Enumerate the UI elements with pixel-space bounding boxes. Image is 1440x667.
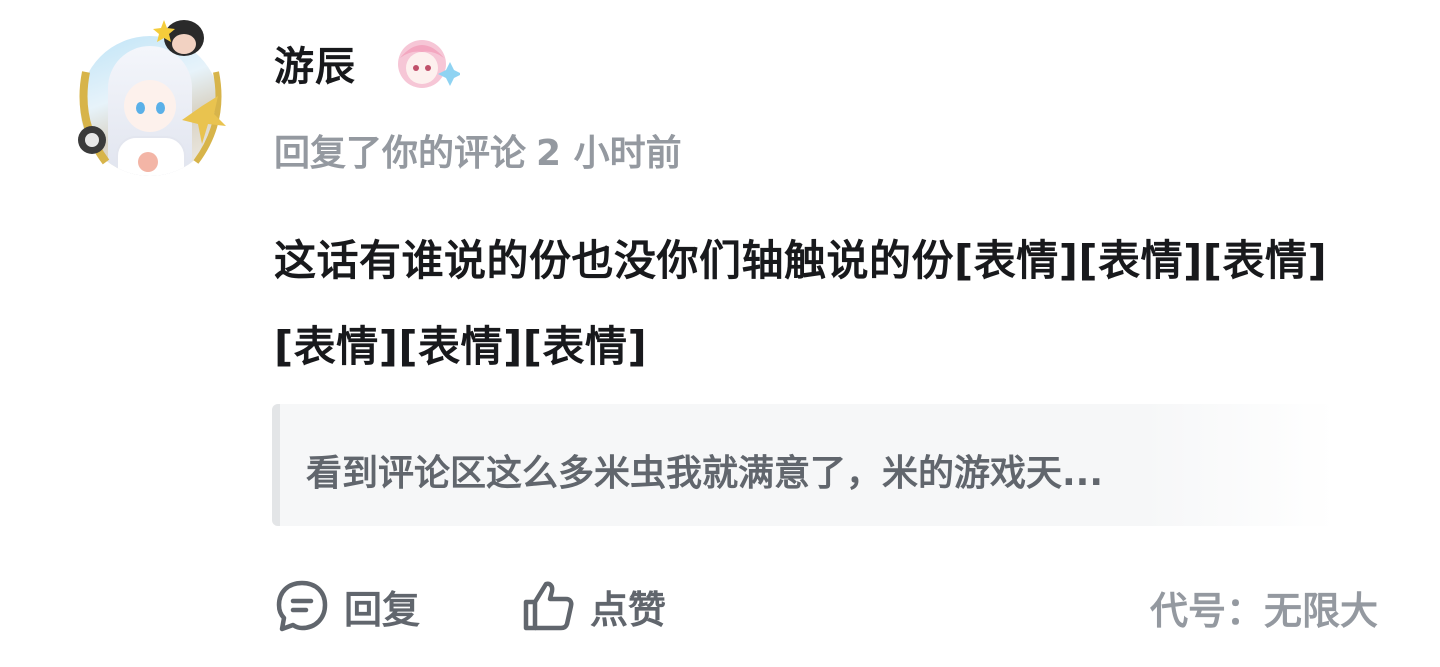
pink-hair-chibi-badge-icon bbox=[398, 40, 460, 88]
notice-action-text: 回复了你的评论 bbox=[274, 133, 527, 174]
thumbs-up-icon bbox=[523, 581, 574, 631]
quoted-comment[interactable]: 看到评论区这么多米虫我就满意了，米的游戏天... bbox=[272, 404, 1336, 526]
avatar[interactable] bbox=[66, 12, 236, 182]
reply-button[interactable]: 回复 bbox=[274, 574, 420, 638]
video-source-label[interactable]: 代号：无限大 bbox=[1150, 580, 1378, 635]
quote-bar bbox=[272, 404, 280, 526]
quoted-comment-text: 看到评论区这么多米虫我就满意了，米的游戏天... bbox=[306, 453, 1104, 494]
like-button[interactable]: 点赞 bbox=[520, 574, 666, 638]
reply-notification[interactable]: 游辰 回复了你的评论 2 小时前 这话有谁说的份也没你们轴触说的份[表情][表情]… bbox=[0, 0, 1440, 667]
like-label: 点赞 bbox=[590, 587, 667, 632]
reply-label: 回复 bbox=[344, 587, 421, 632]
avatar-frame-icon bbox=[78, 20, 226, 172]
comment-icon bbox=[276, 580, 328, 632]
notice-meta: 回复了你的评论 2 小时前 bbox=[274, 124, 692, 176]
reply-content[interactable]: 这话有谁说的份也没你们轴触说的份[表情][表情][表情][表情][表情][表情] bbox=[274, 218, 1344, 390]
username[interactable]: 游辰 bbox=[274, 34, 356, 92]
action-bar: 回复 点赞 代号：无限大 bbox=[274, 574, 1384, 638]
notice-time: 2 小时前 bbox=[536, 133, 682, 174]
